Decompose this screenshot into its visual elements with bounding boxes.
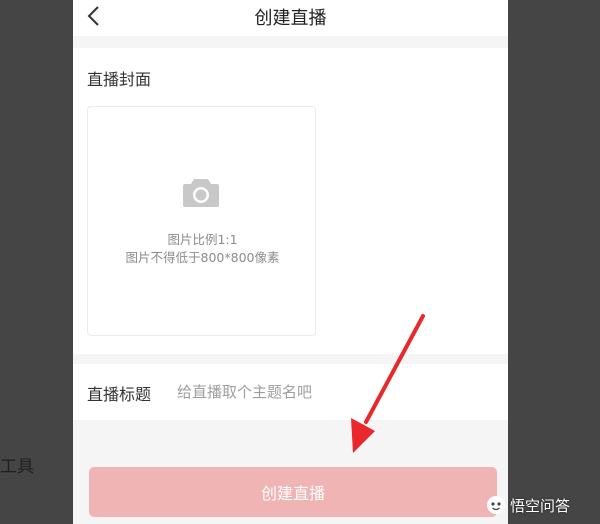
- cover-hint-size: 图片不得低于800*800像素: [125, 250, 280, 265]
- title-label: 直播标题: [87, 385, 152, 404]
- cover-section: 直播封面 图片比例1:1 图片不得低于800*800像素: [73, 48, 508, 354]
- title-section: 直播标题: [73, 364, 508, 420]
- navigation-bar: 创建直播: [73, 0, 508, 36]
- phone-screen: 创建直播 直播封面 图片比例1:1 图片不得低于800*800像素 直播标题 创…: [73, 0, 508, 524]
- background-tool-label: 工具: [0, 457, 34, 477]
- camera-icon: [183, 179, 219, 207]
- title-input[interactable]: [177, 378, 477, 406]
- cover-upload-box[interactable]: 图片比例1:1 图片不得低于800*800像素: [87, 106, 316, 336]
- create-live-button[interactable]: 创建直播: [89, 467, 497, 517]
- page-title: 创建直播: [254, 8, 327, 29]
- cover-hint-ratio: 图片比例1:1: [167, 232, 238, 247]
- watermark: 悟空问答: [486, 493, 570, 517]
- cover-label: 直播封面: [87, 70, 152, 89]
- watermark-text: 悟空问答: [510, 496, 571, 515]
- wukong-logo-icon: [487, 496, 505, 514]
